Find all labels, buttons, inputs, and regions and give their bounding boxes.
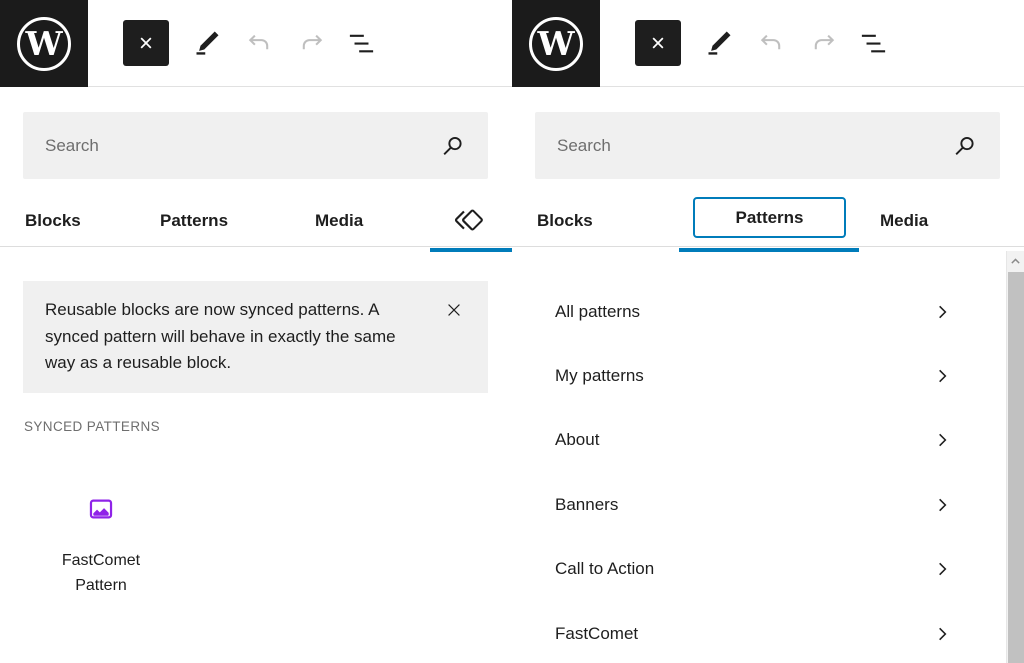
editor-header: W: [512, 0, 1024, 87]
wordpress-logo[interactable]: W: [0, 0, 88, 87]
list-view-icon: [346, 28, 377, 59]
category-label: My patterns: [555, 366, 644, 386]
block-search-box: [535, 112, 1000, 179]
pattern-item-fastcomet[interactable]: FastComet Pattern: [41, 495, 161, 598]
wordpress-logo-letter: W: [529, 17, 583, 71]
chevron-right-icon: [932, 302, 952, 322]
wordpress-logo[interactable]: W: [512, 0, 600, 87]
active-tab-underline: [430, 248, 512, 252]
close-inserter-button[interactable]: [635, 20, 681, 66]
tab-patterns-active[interactable]: Patterns: [693, 197, 846, 238]
dismiss-notice-button[interactable]: [443, 299, 465, 321]
scrollbar-up-button[interactable]: [1007, 251, 1024, 271]
redo-icon: [298, 29, 327, 58]
search-icon: [951, 132, 978, 159]
close-icon: [136, 33, 156, 53]
close-icon: [444, 300, 464, 320]
pencil-icon: [704, 28, 734, 58]
redo-button[interactable]: [810, 29, 839, 58]
tab-blocks[interactable]: Blocks: [25, 211, 81, 231]
search-input[interactable]: [535, 112, 1000, 179]
category-call-to-action[interactable]: Call to Action: [555, 549, 952, 589]
image-icon: [87, 495, 115, 523]
category-my-patterns[interactable]: My patterns: [555, 356, 952, 396]
undo-button[interactable]: [244, 29, 273, 58]
category-fastcomet[interactable]: FastComet: [555, 614, 952, 654]
notice-message: Reusable blocks are now synced patterns.…: [45, 297, 411, 377]
scrollbar-thumb[interactable]: [1008, 272, 1024, 663]
undo-button[interactable]: [756, 29, 785, 58]
left-editor-panel: W: [0, 0, 512, 663]
category-label: Call to Action: [555, 559, 654, 579]
right-editor-panel: W: [512, 0, 1024, 663]
chevron-right-icon: [932, 624, 952, 644]
wordpress-logo-letter: W: [17, 17, 71, 71]
list-view-button[interactable]: [857, 27, 890, 60]
redo-button[interactable]: [298, 29, 327, 58]
synced-patterns-notice: Reusable blocks are now synced patterns.…: [23, 281, 488, 393]
edit-mode-button[interactable]: [702, 26, 736, 60]
close-inserter-button[interactable]: [123, 20, 169, 66]
close-icon: [648, 33, 668, 53]
search-input[interactable]: [23, 112, 488, 179]
tab-media[interactable]: Media: [315, 211, 363, 231]
tab-patterns-label: Patterns: [735, 208, 803, 228]
chevron-right-icon: [932, 430, 952, 450]
chevron-right-icon: [932, 559, 952, 579]
pattern-item-label: FastComet Pattern: [41, 549, 161, 598]
tab-patterns[interactable]: Patterns: [160, 211, 228, 231]
synced-patterns-heading: SYNCED PATTERNS: [24, 419, 160, 434]
category-about[interactable]: About: [555, 420, 952, 460]
category-all-patterns[interactable]: All patterns: [555, 292, 952, 332]
edit-mode-button[interactable]: [190, 26, 224, 60]
tab-media[interactable]: Media: [880, 211, 928, 231]
tabs-divider: [512, 246, 1024, 247]
screenshot-stage: W: [0, 0, 1024, 663]
chevron-up-icon: [1009, 255, 1022, 268]
category-label: Banners: [555, 495, 618, 515]
block-search-box: [23, 112, 488, 179]
editor-header: W: [0, 0, 512, 87]
tab-synced-patterns[interactable]: [451, 202, 487, 238]
pencil-icon: [192, 28, 222, 58]
category-label: All patterns: [555, 302, 640, 322]
synced-patterns-icon: [452, 203, 486, 237]
tabs-divider: [0, 246, 512, 247]
category-label: About: [555, 430, 599, 450]
redo-icon: [810, 29, 839, 58]
chevron-right-icon: [932, 366, 952, 386]
undo-icon: [756, 29, 785, 58]
search-icon: [439, 132, 466, 159]
category-label: FastComet: [555, 624, 638, 644]
chevron-right-icon: [932, 495, 952, 515]
category-banners[interactable]: Banners: [555, 485, 952, 525]
list-view-icon: [858, 28, 889, 59]
list-view-button[interactable]: [345, 27, 378, 60]
undo-icon: [244, 29, 273, 58]
vertical-scrollbar[interactable]: [1006, 251, 1024, 663]
active-tab-underline: [679, 248, 859, 252]
tab-blocks[interactable]: Blocks: [537, 211, 593, 231]
